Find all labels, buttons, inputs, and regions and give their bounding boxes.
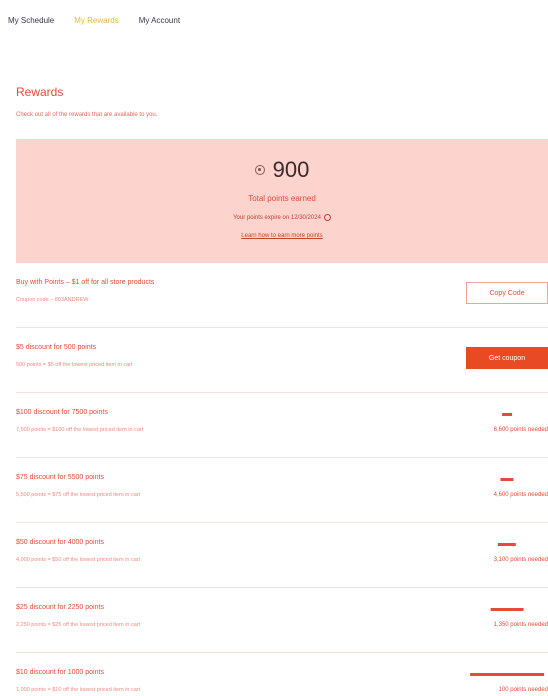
reward-description: 500 points = $5 off the lowest priced it… <box>16 362 133 368</box>
points-value: 900 <box>272 157 310 182</box>
reward-row: $5 discount for 500 points 500 points = … <box>16 328 548 393</box>
reward-list: Buy with Points – $1 off for all store p… <box>16 263 548 696</box>
reward-title: $25 discount for 2250 points <box>16 604 104 611</box>
reward-title: $75 discount for 5500 points <box>16 474 104 481</box>
reward-title: $5 discount for 500 points <box>16 344 97 351</box>
reward-progress-fill <box>470 673 544 676</box>
reward-row: Buy with Points – $1 off for all store p… <box>16 263 548 328</box>
reward-progress-fill <box>502 413 512 416</box>
reward-progress-bar <box>466 413 548 416</box>
reward-row: $50 discount for 4000 points 4,000 point… <box>16 523 548 588</box>
reward-progress-fill <box>500 478 514 481</box>
points-needed: 6,600 points needed <box>493 427 548 433</box>
tab-my-rewards[interactable]: My Rewards <box>74 16 118 25</box>
get-coupon-button[interactable]: Get coupon <box>466 347 548 369</box>
page-title: Rewards <box>16 85 64 99</box>
reward-progress-bar <box>466 608 548 611</box>
reward-title: $50 discount for 4000 points <box>16 539 104 546</box>
points-needed: 3,100 points needed <box>493 557 548 563</box>
reward-description: 4,000 points = $50 off the lowest priced… <box>16 557 141 563</box>
points-needed: 4,600 points needed <box>493 492 548 498</box>
info-icon[interactable] <box>323 214 331 221</box>
points-needed: 100 points needed <box>498 687 548 693</box>
reward-progress-bar <box>466 478 548 481</box>
reward-title: Buy with Points – $1 off for all store p… <box>16 279 155 286</box>
reward-row: $25 discount for 2250 points 2,250 point… <box>16 588 548 653</box>
reward-description: Coupon code – 803ANDREW <box>16 297 89 303</box>
tab-my-schedule[interactable]: My Schedule <box>8 16 54 25</box>
page-subtitle: Check out all of the rewards that are av… <box>16 112 158 118</box>
reward-row: $10 discount for 1000 points 1,000 point… <box>16 653 548 696</box>
reward-description: 5,500 points = $75 off the lowest priced… <box>16 492 141 498</box>
reward-progress-fill <box>497 543 517 546</box>
points-expiry-text: Your points expire on 12/30/2024 <box>233 214 321 221</box>
learn-earn-points-link[interactable]: Learn how to earn more points <box>16 233 548 239</box>
reward-row: $75 discount for 5500 points 5,500 point… <box>16 458 548 523</box>
reward-row: $100 discount for 7500 points 7,500 poin… <box>16 393 548 458</box>
reward-progress-fill <box>490 608 524 611</box>
reward-description: 2,250 points = $25 off the lowest priced… <box>16 622 141 628</box>
points-caption: Total points earned <box>248 194 316 203</box>
points-expiry: Your points expire on 12/30/2024 <box>16 214 548 221</box>
reward-title: $10 discount for 1000 points <box>16 669 104 676</box>
reward-progress-bar <box>466 543 548 546</box>
tab-my-account[interactable]: My Account <box>139 16 180 25</box>
points-total: 900 <box>16 157 548 183</box>
reward-description: 1,000 points = $10 off the lowest priced… <box>16 687 141 693</box>
top-nav: My Schedule My Rewards My Account <box>8 16 180 25</box>
coin-icon <box>254 165 265 175</box>
reward-progress-bar <box>466 673 548 676</box>
copy-code-button[interactable]: Copy Code <box>466 282 548 304</box>
reward-description: 7,500 points = $100 off the lowest price… <box>16 427 144 433</box>
points-needed: 1,350 points needed <box>493 622 548 628</box>
points-summary-panel: 900 Total points earned Your points expi… <box>16 139 548 263</box>
reward-title: $100 discount for 7500 points <box>16 409 108 416</box>
